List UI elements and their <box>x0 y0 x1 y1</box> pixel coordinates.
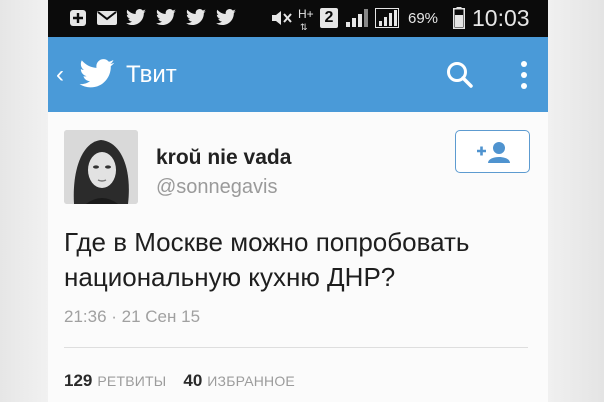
overflow-menu-button[interactable] <box>504 55 544 95</box>
chevron-left-icon[interactable]: ‹ <box>56 63 64 87</box>
twitter-notification-icon <box>124 8 148 28</box>
page-title: Твит <box>126 61 177 88</box>
tweet-card: kroŭ nie vada @sonnegavis Где в Москве м… <box>48 112 548 402</box>
signal-icon <box>344 8 370 28</box>
network-type-label: H+ <box>298 7 314 21</box>
add-notification-icon <box>68 8 88 28</box>
add-user-icon <box>476 141 510 163</box>
tweet-text: Где в Москве можно попробовать националь… <box>64 227 470 292</box>
avatar[interactable] <box>64 130 138 204</box>
favorites-count[interactable]: 40 <box>183 371 202 391</box>
favorites-label[interactable]: ИЗБРАННОЕ <box>207 373 295 389</box>
search-button[interactable] <box>440 55 480 95</box>
retweets-count[interactable]: 129 <box>64 371 92 391</box>
twitter-bird-icon[interactable] <box>78 59 116 91</box>
status-bar: H+ ⇅ 2 69% 10:03 <box>48 0 548 37</box>
battery-icon <box>452 7 466 29</box>
message-icon <box>96 8 118 28</box>
signal-icon <box>374 8 400 28</box>
tweet-stats: 129 РЕТВИТЫ 40 ИЗБРАННОЕ <box>64 371 312 391</box>
mute-icon <box>268 8 294 28</box>
sim-slot-badge: 2 <box>320 8 338 28</box>
phone-screen: H+ ⇅ 2 69% 10:03 ‹ Твит kroŭ nie vada @s… <box>48 0 548 402</box>
follow-button[interactable] <box>455 130 530 173</box>
app-bar: ‹ Твит <box>48 37 548 112</box>
retweets-label[interactable]: РЕТВИТЫ <box>97 373 166 389</box>
twitter-notification-icon <box>154 8 178 28</box>
tweet-timestamp: 21:36 · 21 Сен 15 <box>64 307 201 326</box>
display-name[interactable]: kroŭ nie vada <box>156 146 291 170</box>
overflow-menu-icon <box>521 61 527 89</box>
background-left <box>0 0 48 402</box>
divider <box>64 347 528 348</box>
sim-slot-label: 2 <box>324 9 334 26</box>
search-icon <box>447 62 473 88</box>
background-right <box>548 0 604 402</box>
data-arrows-icon: ⇅ <box>300 22 308 32</box>
twitter-notification-icon <box>214 8 238 28</box>
battery-percent: 69% <box>408 10 439 27</box>
clock: 10:03 <box>472 5 530 31</box>
twitter-notification-icon <box>184 8 208 28</box>
user-handle[interactable]: @sonnegavis <box>156 176 277 199</box>
